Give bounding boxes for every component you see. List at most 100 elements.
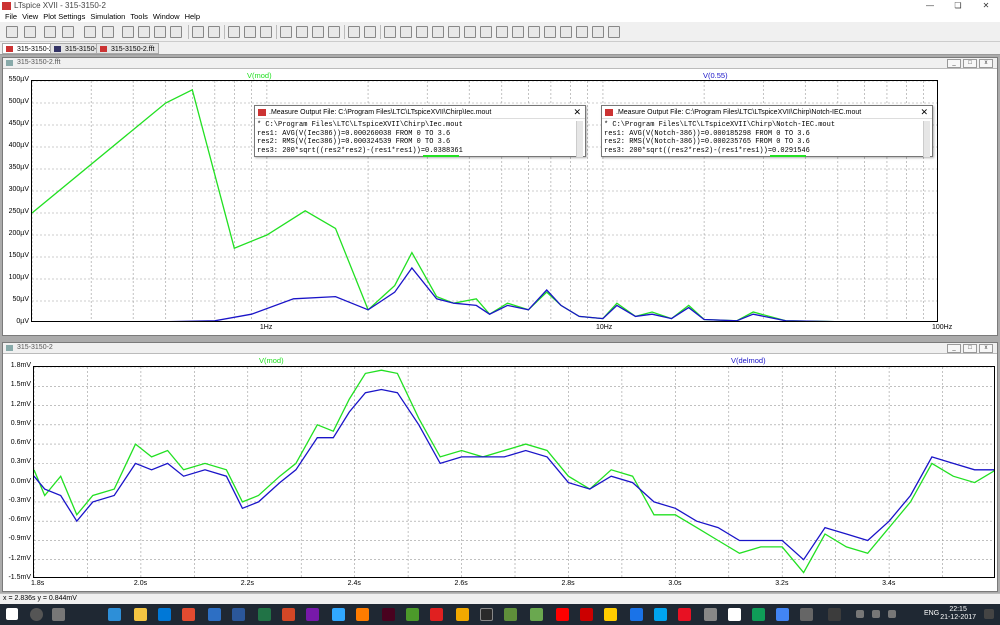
powerpoint-icon[interactable]: [282, 608, 295, 621]
rotate-icon[interactable]: [560, 26, 572, 38]
task-view-icon[interactable]: [52, 608, 65, 621]
onedrive-icon[interactable]: [888, 610, 896, 618]
measure-output-window-notch[interactable]: .Measure Output File: C:\Program Files\L…: [601, 105, 933, 157]
spice-directive-icon[interactable]: [608, 26, 620, 38]
drag-icon[interactable]: [512, 26, 524, 38]
resistor-icon[interactable]: [416, 26, 428, 38]
app-icon[interactable]: [828, 608, 841, 621]
minimize-button[interactable]: —: [916, 0, 944, 12]
menu-file[interactable]: File: [5, 12, 17, 22]
app-icon[interactable]: [456, 608, 469, 621]
restore-button[interactable]: ❏: [944, 0, 972, 12]
app-icon[interactable]: [480, 608, 493, 621]
new-schematic-icon[interactable]: [6, 26, 18, 38]
app-icon[interactable]: [704, 608, 717, 621]
zoom-cancel-icon[interactable]: [170, 26, 182, 38]
autorange-icon[interactable]: [192, 26, 204, 38]
move-icon[interactable]: [496, 26, 508, 38]
close-icon[interactable]: ✕: [573, 106, 581, 119]
app-icon[interactable]: [604, 608, 617, 621]
app-icon[interactable]: [208, 608, 221, 621]
menu-view[interactable]: View: [22, 12, 38, 22]
menu-simulation[interactable]: Simulation: [90, 12, 125, 22]
paste-icon[interactable]: [312, 26, 324, 38]
ground-icon[interactable]: [400, 26, 412, 38]
capacitor-icon[interactable]: [432, 26, 444, 38]
system-clock[interactable]: 22:15 21-12-2017: [940, 606, 976, 622]
trace-label-055[interactable]: V(0.55): [703, 71, 728, 80]
menu-help[interactable]: Help: [185, 12, 200, 22]
ltspice-taskbar-icon[interactable]: [580, 608, 593, 621]
run-icon[interactable]: [84, 26, 96, 38]
diode-icon[interactable]: [464, 26, 476, 38]
app-icon[interactable]: [776, 608, 789, 621]
close-button[interactable]: x: [979, 59, 993, 68]
app-icon[interactable]: [530, 608, 543, 621]
illustrator-icon[interactable]: [356, 608, 369, 621]
open-icon[interactable]: [24, 26, 36, 38]
explorer-icon[interactable]: [134, 608, 147, 621]
close-button[interactable]: ✕: [972, 0, 1000, 12]
halt-icon[interactable]: [102, 26, 114, 38]
print-preview-icon[interactable]: [348, 26, 360, 38]
app-icon[interactable]: [678, 608, 691, 621]
transient-plot-area[interactable]: [33, 366, 995, 578]
indesign-icon[interactable]: [382, 608, 395, 621]
app-icon[interactable]: [800, 608, 813, 621]
close-button[interactable]: x: [979, 344, 993, 353]
print-icon[interactable]: [364, 26, 376, 38]
notifications-icon[interactable]: [984, 609, 994, 619]
find-icon[interactable]: [328, 26, 340, 38]
cortana-icon[interactable]: [30, 608, 43, 621]
draw-wire-icon[interactable]: [384, 26, 396, 38]
menu-window[interactable]: Window: [153, 12, 180, 22]
pdf-icon[interactable]: [430, 608, 443, 621]
network-icon[interactable]: [856, 610, 864, 618]
zoom-in-icon[interactable]: [122, 26, 134, 38]
save-icon[interactable]: [44, 26, 56, 38]
app-icon[interactable]: [504, 608, 517, 621]
undo-icon[interactable]: [528, 26, 540, 38]
restore-button[interactable]: □: [963, 344, 977, 353]
minimize-button[interactable]: _: [947, 344, 961, 353]
tile-vertical-icon[interactable]: [244, 26, 256, 38]
menu-tools[interactable]: Tools: [130, 12, 148, 22]
menu-plot-settings[interactable]: Plot Settings: [43, 12, 85, 22]
tile-horizontal-icon[interactable]: [228, 26, 240, 38]
word-icon[interactable]: [232, 608, 245, 621]
volume-icon[interactable]: [872, 610, 880, 618]
copy-icon[interactable]: [296, 26, 308, 38]
trace-label-mod[interactable]: V(mod): [247, 71, 272, 80]
trace-label-mod[interactable]: V(mod): [259, 356, 284, 365]
app-icon[interactable]: [654, 608, 667, 621]
store-icon[interactable]: [158, 608, 171, 621]
excel-icon[interactable]: [258, 608, 271, 621]
edge-icon[interactable]: [108, 608, 121, 621]
onenote-icon[interactable]: [306, 608, 319, 621]
input-language[interactable]: ENG: [924, 610, 939, 617]
app-icon[interactable]: [406, 608, 419, 621]
inductor-icon[interactable]: [448, 26, 460, 38]
cascade-icon[interactable]: [260, 26, 272, 38]
cut-icon[interactable]: [280, 26, 292, 38]
control-panel-icon[interactable]: [62, 26, 74, 38]
restore-button[interactable]: □: [963, 59, 977, 68]
chrome-icon[interactable]: [182, 608, 195, 621]
vertical-scrollbar[interactable]: [576, 121, 583, 157]
minimize-button[interactable]: _: [947, 59, 961, 68]
app-icon[interactable]: [556, 608, 569, 621]
close-icon[interactable]: ✕: [920, 106, 928, 119]
app-icon[interactable]: [728, 608, 741, 621]
text-icon[interactable]: [592, 26, 604, 38]
zoom-fit-icon[interactable]: [154, 26, 166, 38]
component-icon[interactable]: [480, 26, 492, 38]
app-icon[interactable]: [752, 608, 765, 621]
redo-icon[interactable]: [544, 26, 556, 38]
trace-label-delmod[interactable]: V(delmod): [731, 356, 766, 365]
photoshop-icon[interactable]: [332, 608, 345, 621]
start-icon[interactable]: [6, 608, 18, 620]
tab-fft[interactable]: 315-3150-2.fft: [96, 43, 160, 54]
grid-icon[interactable]: [208, 26, 220, 38]
app-icon[interactable]: [630, 608, 643, 621]
vertical-scrollbar[interactable]: [923, 121, 930, 157]
